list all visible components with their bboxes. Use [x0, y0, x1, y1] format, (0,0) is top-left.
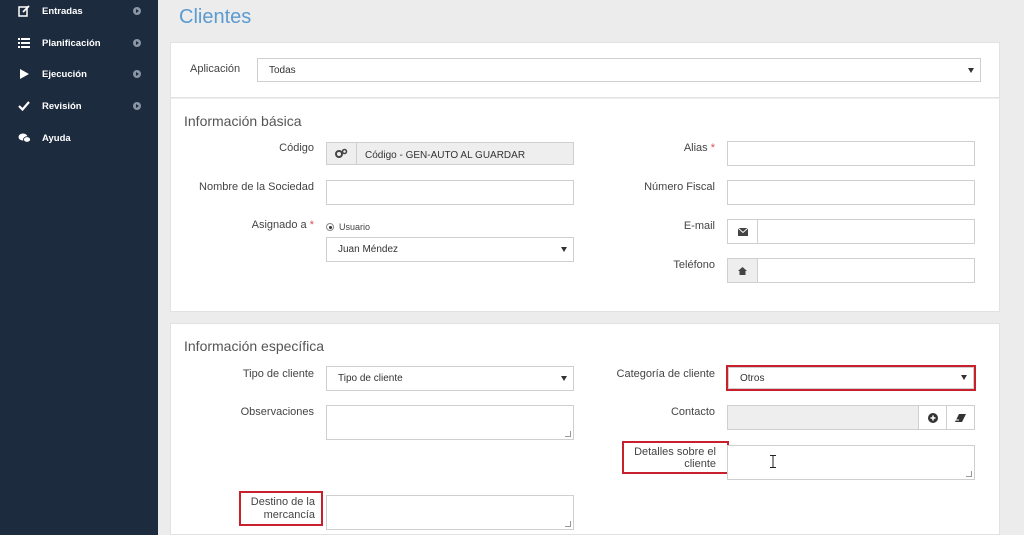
- sociedad-input[interactable]: [326, 180, 574, 205]
- text-cursor-icon: [770, 455, 776, 468]
- fiscal-input[interactable]: [727, 180, 975, 205]
- observaciones-textarea[interactable]: [326, 405, 574, 440]
- detalles-textarea[interactable]: [727, 445, 975, 480]
- sidebar-item-revision[interactable]: Revisión: [0, 92, 158, 120]
- resize-handle-icon[interactable]: [565, 521, 571, 527]
- codigo-value: Código - GEN-AUTO AL GUARDAR: [365, 150, 526, 161]
- destino-label: Destino de la mercancía: [243, 496, 315, 522]
- email-label: E-mail: [683, 220, 715, 232]
- plus-circle-icon: [927, 412, 938, 423]
- sidebar: Entradas Planificación Ejecución Revisió…: [0, 0, 158, 535]
- categoria-cliente-label: Categoría de cliente: [616, 368, 715, 380]
- sidebar-item-planificacion[interactable]: Planificación: [0, 29, 158, 57]
- resize-handle-icon[interactable]: [966, 471, 972, 477]
- destino-textarea[interactable]: [326, 495, 574, 530]
- eraser-icon: [955, 413, 966, 422]
- usuario-label: Usuario: [339, 222, 371, 232]
- aplicacion-label: Aplicación: [190, 63, 241, 75]
- sidebar-item-ayuda[interactable]: Ayuda: [0, 124, 158, 152]
- page-title: Clientes: [179, 6, 252, 28]
- asignado-label-text: Asignado a: [251, 219, 307, 231]
- telefono-input[interactable]: [727, 258, 975, 283]
- asignado-select-value: Juan Méndez: [338, 244, 399, 255]
- chevron-down-icon: [561, 376, 567, 381]
- aplicacion-select-value: Todas: [269, 65, 296, 76]
- asignado-label: Asignado a *: [231, 219, 314, 231]
- codigo-field: Código - GEN-AUTO AL GUARDAR: [326, 142, 574, 165]
- chevron-down-icon: [561, 247, 567, 252]
- required-mark: *: [710, 142, 715, 154]
- telefono-label: Teléfono: [673, 259, 715, 271]
- specific-info-title: Información específica: [184, 338, 325, 354]
- play-icon: [17, 67, 31, 81]
- sidebar-item-ejecucion[interactable]: Ejecución: [0, 60, 158, 88]
- email-input[interactable]: [727, 219, 975, 244]
- fiscal-label: Número Fiscal: [644, 181, 715, 193]
- contacto-field: [727, 405, 975, 430]
- edit-icon: [17, 4, 31, 18]
- list-icon: [17, 36, 31, 50]
- add-contact-button[interactable]: [918, 406, 946, 429]
- chevron-right-icon: [133, 70, 141, 78]
- usuario-radio[interactable]: [326, 223, 334, 231]
- codigo-label: Código: [279, 142, 314, 154]
- asignado-select[interactable]: Juan Méndez: [326, 237, 574, 262]
- tipo-cliente-label: Tipo de cliente: [242, 368, 314, 380]
- detalles-label: Detalles sobre el cliente: [626, 446, 716, 470]
- destino-label-line1: Destino de la: [250, 496, 315, 508]
- sidebar-item-label: Ayuda: [42, 132, 71, 144]
- sidebar-item-label: Revisión: [42, 100, 82, 112]
- clear-contact-button[interactable]: [946, 406, 974, 429]
- sidebar-item-entradas[interactable]: Entradas: [0, 0, 158, 25]
- sidebar-item-label: Entradas: [42, 5, 83, 17]
- tipo-cliente-select-value: Tipo de cliente: [338, 373, 403, 384]
- cogs-icon: [327, 143, 357, 164]
- sidebar-item-label: Ejecución: [42, 68, 87, 80]
- contacto-label: Contacto: [670, 406, 715, 418]
- highlight-box-categoria: [726, 365, 976, 391]
- specific-info-panel: Información específica Tipo de cliente T…: [170, 323, 1000, 535]
- required-mark: *: [309, 219, 314, 231]
- detalles-label-line2: cliente: [684, 458, 716, 470]
- detalles-label-line1: Detalles sobre el: [634, 446, 716, 458]
- sociedad-label: Nombre de la Sociedad: [199, 181, 314, 193]
- check-icon: [17, 99, 31, 113]
- resize-handle-icon[interactable]: [565, 431, 571, 437]
- application-filter-panel: Aplicación Todas: [170, 42, 1000, 98]
- chevron-right-icon: [133, 7, 141, 15]
- sidebar-item-label: Planificación: [42, 37, 101, 49]
- alias-label-text: Alias: [683, 142, 708, 154]
- basic-info-title: Información básica: [184, 113, 302, 129]
- alias-input[interactable]: [727, 141, 975, 166]
- observaciones-label: Observaciones: [240, 406, 314, 418]
- aplicacion-select[interactable]: Todas: [257, 58, 981, 82]
- tipo-cliente-select[interactable]: Tipo de cliente: [326, 366, 574, 391]
- chevron-right-icon: [133, 102, 141, 110]
- chat-icon: [17, 131, 31, 145]
- basic-info-panel: Información básica Código Código - GEN-A…: [170, 98, 1000, 312]
- chevron-down-icon: [968, 68, 974, 73]
- alias-label: Alias *: [631, 142, 715, 154]
- home-icon: [728, 259, 758, 282]
- destino-label-line2: mercancía: [263, 509, 315, 521]
- envelope-icon: [728, 220, 758, 243]
- chevron-right-icon: [133, 39, 141, 47]
